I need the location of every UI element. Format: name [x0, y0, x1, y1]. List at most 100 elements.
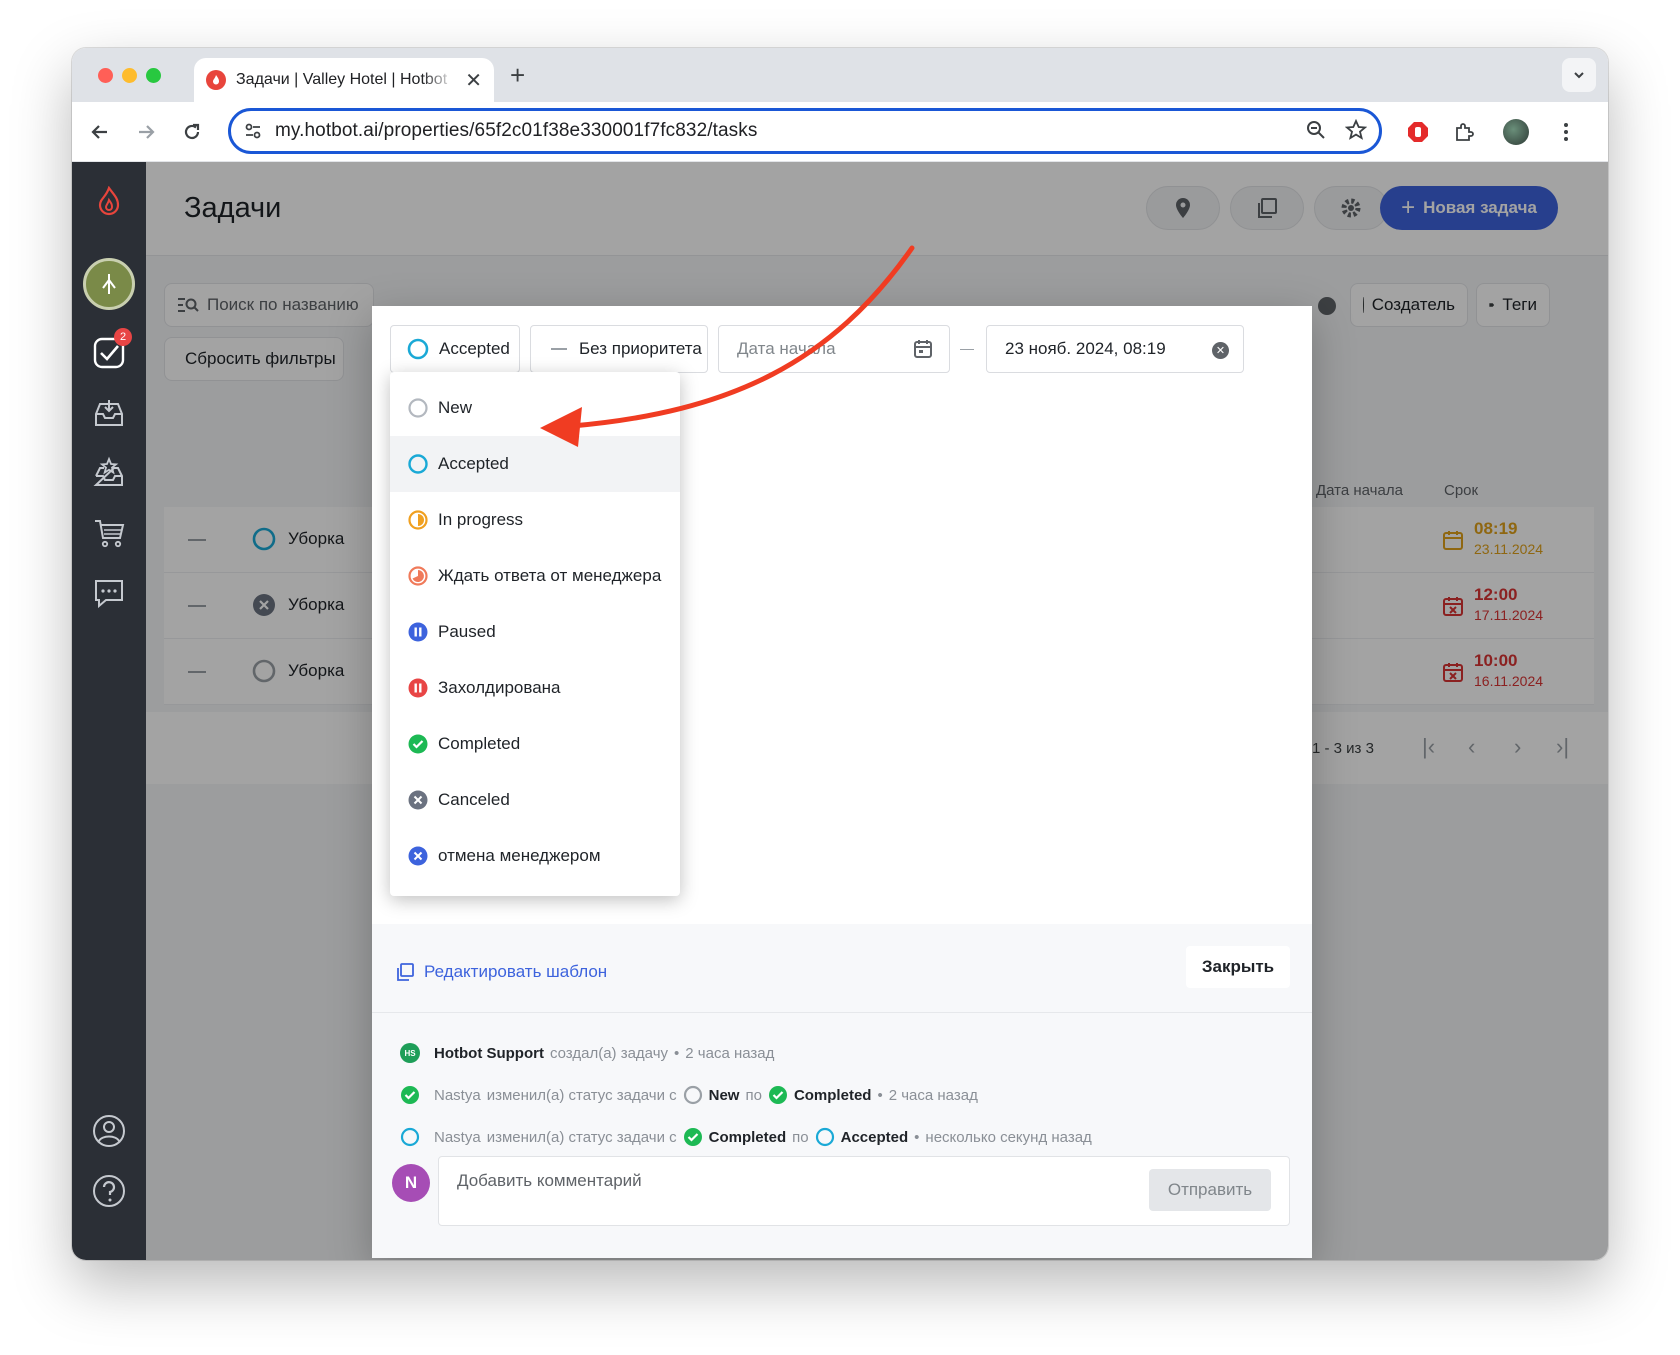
- nav-chat[interactable]: [90, 574, 128, 612]
- activity-item: Nastya изменил(а) статус задачи с Comple…: [400, 1126, 1092, 1148]
- nav-shop[interactable]: [90, 514, 128, 552]
- status-option-label: Захолдирована: [438, 678, 561, 697]
- close-window-button[interactable]: [98, 68, 113, 83]
- flame-logo-icon: [98, 186, 120, 216]
- status-option-in-progress[interactable]: In progress: [390, 492, 680, 548]
- extension-adblock-button[interactable]: [1402, 116, 1434, 148]
- status-option-completed[interactable]: Completed: [390, 716, 680, 772]
- activity-from-status: Completed: [708, 1128, 787, 1146]
- status-completed-icon: [401, 1086, 419, 1104]
- close-dialog-label: Закрыть: [1201, 957, 1275, 976]
- status-option-canceled[interactable]: Canceled: [390, 772, 680, 828]
- activity-text: изменил(а) статус задачи с: [486, 1128, 677, 1146]
- help-circle-icon: [93, 1175, 125, 1207]
- close-dialog-button[interactable]: Закрыть: [1186, 946, 1290, 988]
- maximize-window-button[interactable]: [146, 68, 161, 83]
- status-in-progress-icon: [408, 510, 428, 530]
- activity-text: создал(а) задачу: [549, 1044, 669, 1062]
- priority-none-icon: [551, 348, 567, 350]
- status-on-hold-icon: [408, 678, 428, 698]
- clear-due-date-icon[interactable]: ✕: [1212, 342, 1229, 359]
- forward-button[interactable]: [130, 116, 162, 148]
- copy-icon: [397, 963, 414, 981]
- activity-actor: Nastya: [434, 1086, 481, 1104]
- activity-item: Nastya изменил(а) статус задачи с New по…: [400, 1084, 978, 1106]
- reload-button[interactable]: [176, 116, 208, 148]
- due-date-value: 23 нояб. 2024, 08:19: [1005, 339, 1166, 358]
- nav-inbox[interactable]: [90, 394, 128, 432]
- back-button[interactable]: [84, 116, 116, 148]
- more-vertical-icon: [1564, 123, 1568, 141]
- priority-select[interactable]: Без приоритета: [530, 325, 708, 373]
- hotbot-logo[interactable]: [90, 182, 128, 220]
- status-option-label: Paused: [438, 622, 496, 641]
- hotbot-favicon-icon: [206, 70, 226, 90]
- status-completed-icon: [683, 1128, 702, 1146]
- status-option-new[interactable]: New: [390, 380, 680, 436]
- status-select[interactable]: Accepted: [390, 325, 520, 373]
- bookmark-star-icon[interactable]: [1345, 119, 1367, 141]
- tasks-badge: 2: [114, 328, 132, 346]
- send-comment-button[interactable]: Отправить: [1149, 1169, 1271, 1211]
- status-option-label: In progress: [438, 510, 524, 529]
- shopping-cart-icon: [95, 520, 125, 548]
- activity-separator: •: [914, 1128, 920, 1146]
- browser-tab[interactable]: Задачи | Valley Hotel | Hotbot ✕: [194, 58, 494, 102]
- browser-toolbar: my.hotbot.ai/properties/65f2c01f38e33000…: [72, 102, 1608, 162]
- status-paused-icon: [408, 622, 428, 642]
- status-accepted-icon: [815, 1127, 834, 1147]
- site-settings-icon: [245, 123, 261, 139]
- activity-actor: Hotbot Support: [434, 1044, 544, 1062]
- status-canceled-icon: [408, 790, 428, 810]
- arrow-right-icon: [139, 125, 155, 139]
- address-bar[interactable]: my.hotbot.ai/properties/65f2c01f38e33000…: [228, 108, 1382, 154]
- status-accepted-icon: [408, 454, 428, 474]
- activity-actor: Nastya: [434, 1128, 481, 1146]
- sidebar: 2: [72, 162, 146, 1260]
- property-logo-icon: [102, 274, 116, 294]
- status-option-label: Completed: [438, 734, 521, 753]
- nav-reviews[interactable]: [90, 454, 128, 492]
- tab-search-button[interactable]: [1562, 58, 1596, 92]
- calendar-icon[interactable]: [913, 339, 933, 359]
- profile-button[interactable]: [1500, 116, 1532, 148]
- send-comment-label: Отправить: [1167, 1180, 1253, 1199]
- status-option-accepted[interactable]: Accepted: [390, 436, 680, 492]
- status-accepted-icon: [400, 1127, 420, 1147]
- status-option-paused[interactable]: Paused: [390, 604, 680, 660]
- activity-time: несколько секунд назад: [925, 1128, 1092, 1146]
- close-tab-icon[interactable]: ✕: [465, 68, 482, 93]
- status-option-label: Canceled: [438, 790, 510, 809]
- minimize-window-button[interactable]: [122, 68, 137, 83]
- date-range-dash: [960, 349, 974, 350]
- status-option-on-hold[interactable]: Захолдирована: [390, 660, 680, 716]
- status-dropdown-menu: New Accepted In progress Ждать ответа от…: [390, 372, 680, 896]
- nav-profile[interactable]: [90, 1112, 128, 1150]
- activity-to-status: Accepted: [840, 1128, 909, 1146]
- comment-input[interactable]: Добавить комментарий Отправить: [438, 1156, 1290, 1226]
- nav-tasks[interactable]: 2: [90, 328, 132, 372]
- edit-template-link[interactable]: Редактировать шаблон: [396, 962, 607, 982]
- extensions-button[interactable]: [1448, 116, 1480, 148]
- nav-help[interactable]: [90, 1172, 128, 1210]
- browser-menu-button[interactable]: [1550, 116, 1582, 148]
- arrow-left-icon: [91, 125, 107, 139]
- status-option-waiting[interactable]: Ждать ответа от менеджера: [390, 548, 680, 604]
- zoom-icon[interactable]: [1305, 119, 1327, 141]
- activity-text: изменил(а) статус задачи с: [486, 1086, 677, 1104]
- activity-to-status: Completed: [793, 1086, 872, 1104]
- footer-divider: [372, 1012, 1312, 1013]
- chat-bubble-icon: [95, 580, 123, 609]
- status-waiting-icon: [408, 566, 428, 586]
- start-date-input[interactable]: Дата начала: [718, 325, 950, 373]
- status-completed-icon: [768, 1086, 787, 1104]
- user-circle-icon: [93, 1115, 125, 1147]
- status-option-manager-canceled[interactable]: отмена менеджером: [390, 828, 680, 884]
- property-avatar[interactable]: [83, 258, 135, 310]
- edit-template-label: Редактировать шаблон: [424, 962, 608, 981]
- hotbot-support-avatar: HS: [400, 1043, 420, 1063]
- due-date-input[interactable]: 23 нояб. 2024, 08:19 ✕: [986, 325, 1244, 373]
- commenter-avatar: N: [392, 1164, 430, 1202]
- url-text: my.hotbot.ai/properties/65f2c01f38e33000…: [275, 120, 758, 141]
- new-tab-button[interactable]: +: [510, 60, 525, 91]
